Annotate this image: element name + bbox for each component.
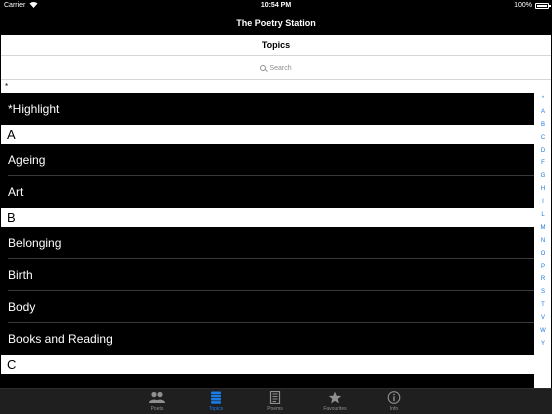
index-letter[interactable]: G [536,170,550,183]
section-header-star: * [1,80,534,93]
page-title: Topics [1,35,551,56]
tab-info[interactable]: Info [369,391,419,412]
status-time: 10:54 PM [260,2,292,9]
list-item[interactable]: Birth [1,259,534,291]
tab-topics[interactable]: Topics [191,391,241,412]
index-letter[interactable]: * [536,93,550,106]
index-letter[interactable]: I [536,196,550,209]
tab-label: Poets [150,406,164,412]
list-item[interactable]: Belonging [1,227,534,259]
tab-poems[interactable]: Poems [250,391,300,412]
index-letter[interactable]: P [536,261,550,274]
tab-favourites[interactable]: Favourites [310,391,360,412]
tab-bar: Poets Topics Poems Favourites Info [0,388,552,414]
index-letter[interactable]: R [536,273,550,286]
tab-label: Poems [267,406,283,412]
section-header: C [1,355,534,374]
index-letter[interactable]: D [536,145,550,158]
topics-icon [211,391,221,404]
index-letter[interactable]: C [536,132,550,145]
section-index[interactable]: * A B C D F G H I L M N O P R S T V W Y [536,93,550,351]
favourites-icon [328,391,342,404]
index-letter[interactable]: S [536,286,550,299]
status-bar: Carrier 10:54 PM 100% [0,0,552,12]
index-letter[interactable]: V [536,312,550,325]
navigation-bar: The Poetry Station [0,12,552,35]
list-item[interactable]: Body [1,291,534,323]
app-title: The Poetry Station [236,18,316,28]
index-letter[interactable]: H [536,183,550,196]
index-letter[interactable]: W [536,325,550,338]
poets-icon [149,391,165,403]
topics-list: * *Highlight A Ageing Art B Belonging Bi… [1,80,534,388]
battery-icon [535,3,551,9]
tab-poets[interactable]: Poets [132,391,182,412]
index-letter[interactable]: A [536,106,550,119]
poems-icon [269,391,281,404]
list-item-partial[interactable] [1,374,534,388]
section-header: A [1,125,534,144]
list-item[interactable]: *Highlight [1,93,534,125]
topics-screen: Topics Search * *Highlight A Ageing Art … [1,35,551,388]
search-input[interactable]: Search [7,61,545,76]
section-header: B [1,208,534,227]
tab-label: Favourites [323,406,347,412]
index-letter[interactable]: B [536,119,550,132]
search-bar: Search [1,57,551,80]
list-item[interactable]: Art [1,176,534,208]
tab-label: Topics [208,406,224,412]
search-icon [260,65,267,71]
search-placeholder: Search [269,65,292,72]
list-item[interactable]: Books and Reading [1,323,534,355]
battery-percentage: 100% [514,2,532,9]
index-letter[interactable]: T [536,299,550,312]
tab-label: Info [389,406,399,412]
index-letter[interactable]: O [536,248,550,261]
index-letter[interactable]: Y [536,338,550,351]
index-letter[interactable]: L [536,209,550,222]
list-item[interactable]: Ageing [1,144,534,176]
index-letter[interactable]: N [536,235,550,248]
index-letter[interactable]: F [536,157,550,170]
info-icon [387,391,401,404]
index-letter[interactable]: M [536,222,550,235]
